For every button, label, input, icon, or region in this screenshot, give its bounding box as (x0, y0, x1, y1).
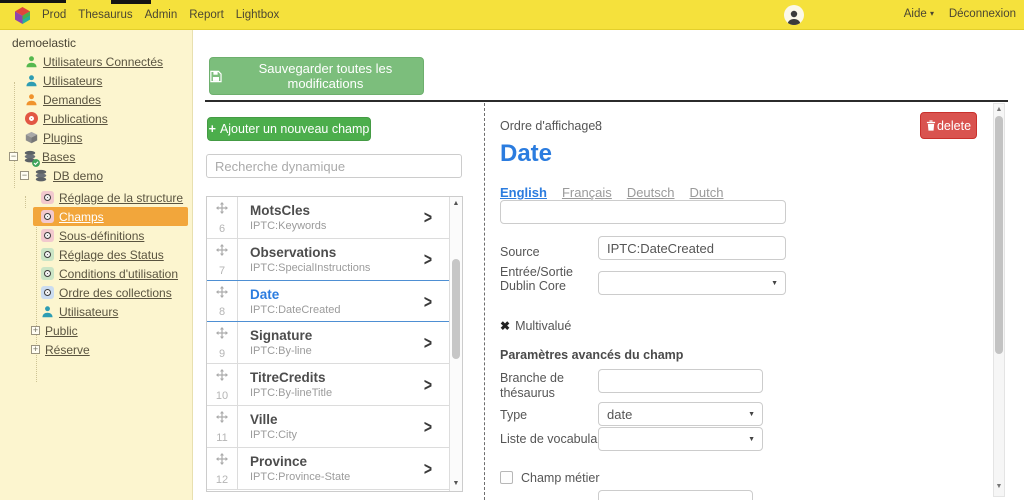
tab-dutch[interactable]: Dutch (690, 185, 724, 200)
thesaurus-branch-label: Branche de thésaurus (500, 371, 600, 401)
menu-item-report[interactable]: Report (189, 9, 224, 21)
caret-down-icon: ▼ (748, 436, 755, 443)
sidebar-item-conditions-utilisation[interactable]: Conditions d'utilisation (0, 264, 192, 283)
trash-icon (926, 120, 936, 131)
label-input[interactable] (500, 200, 786, 224)
sidebar-item-reglage-status[interactable]: Réglage des Status (0, 245, 192, 264)
advanced-settings-title: Paramètres avancés du champ (500, 348, 683, 362)
dublin-core-label: Entrée/Sortie Dublin Core (500, 265, 600, 293)
business-field-label: Champ métier (521, 471, 600, 485)
main-content: Sauvegarder toutes les modifications + A… (193, 30, 1024, 500)
settings-icon (40, 286, 54, 300)
tab-francais[interactable]: Français (562, 185, 612, 200)
sidebar-item-db-demo[interactable]: − DB demo (0, 166, 192, 185)
sidebar-item-publications[interactable]: Publications (0, 109, 192, 128)
sidebar-item-utilisateurs-db[interactable]: Utilisateurs (0, 302, 192, 321)
database-icon (23, 150, 37, 164)
sidebar-item-champs[interactable]: Champs (33, 207, 188, 226)
multivalue-label: Multivalué (515, 319, 571, 333)
phraseanet-logo-icon[interactable] (13, 6, 32, 25)
logout-link[interactable]: Déconnexion (949, 8, 1016, 20)
sidebar-tree: demoelastic Utilisateurs Connectés Utili… (0, 30, 193, 500)
sidebar-item-utilisateurs[interactable]: Utilisateurs (0, 71, 192, 90)
thesaurus-branch-input[interactable] (598, 369, 763, 393)
collapse-icon[interactable]: − (9, 152, 18, 161)
source-label: Source (500, 245, 540, 259)
delete-button[interactable]: delete (920, 112, 977, 139)
plugins-icon (24, 131, 38, 145)
user-icon (24, 93, 38, 107)
admin-window: Prod Thesaurus Admin Report Lightbox Aid… (0, 0, 1024, 500)
tree-root: demoelastic (0, 33, 192, 52)
language-tabs: English Français Deutsch Dutch (500, 185, 723, 200)
scrollbar-thumb[interactable] (995, 116, 1003, 354)
settings-icon (40, 248, 54, 262)
menu-item-lightbox[interactable]: Lightbox (236, 9, 279, 21)
publications-icon (24, 112, 38, 126)
type-label: Type (500, 408, 527, 422)
topbar: Prod Thesaurus Admin Report Lightbox Aid… (0, 0, 1024, 30)
vocabulary-label: Liste de vocabulaire (500, 432, 611, 446)
menu-item-admin[interactable]: Admin (145, 9, 178, 21)
sidebar-item-sous-definitions[interactable]: Sous-définitions (0, 226, 192, 245)
menu-item-prod[interactable]: Prod (42, 9, 66, 21)
sidebar-item-utilisateurs-connectes[interactable]: Utilisateurs Connectés (0, 52, 192, 71)
user-icon (24, 74, 38, 88)
settings-icon (40, 210, 54, 224)
dublin-core-select[interactable]: ▼ (598, 271, 786, 295)
caret-down-icon: ▼ (748, 411, 755, 418)
tab-english[interactable]: English (500, 185, 547, 200)
help-label: Aide (904, 8, 927, 20)
business-field-checkbox[interactable] (500, 471, 513, 484)
menu-item-thesaurus[interactable]: Thesaurus (78, 9, 132, 21)
settings-icon (40, 229, 54, 243)
x-mark-icon: ✖ (500, 319, 510, 333)
caret-down-icon: ▼ (771, 280, 778, 287)
sidebar-item-plugins[interactable]: Plugins (0, 128, 192, 147)
settings-icon (40, 191, 54, 205)
settings-icon (40, 267, 54, 281)
main-menu: Prod Thesaurus Admin Report Lightbox (42, 0, 279, 30)
database-icon (34, 169, 48, 183)
caret-down-icon: ▾ (930, 9, 934, 18)
field-title: Date (500, 140, 552, 168)
user-icon (24, 55, 38, 69)
source-input[interactable] (598, 236, 786, 260)
help-menu[interactable]: Aide ▾ (904, 8, 934, 20)
collapse-icon[interactable]: − (20, 171, 29, 180)
tree-root-label: demoelastic (12, 36, 76, 50)
expand-icon[interactable]: + (31, 326, 40, 335)
type-select[interactable]: date ▼ (598, 402, 763, 426)
field-detail-panel: Ordre d'affichage : 8 delete Date Englis… (193, 30, 1024, 500)
user-icon (40, 305, 54, 319)
sidebar-item-ordre-collections[interactable]: Ordre des collections (0, 283, 192, 302)
display-order-value: 8 (595, 119, 602, 133)
multivalue-flag: ✖ Multivalué (500, 319, 571, 333)
user-avatar[interactable] (784, 5, 804, 25)
vocabulary-select[interactable]: ▼ (598, 427, 763, 451)
sidebar-item-public[interactable]: + Public (0, 321, 192, 340)
sidebar-item-bases[interactable]: − Bases (0, 147, 192, 166)
sidebar-item-reserve[interactable]: + Réserve (0, 340, 192, 359)
clipped-bottom-input[interactable] (598, 490, 753, 500)
expand-icon[interactable]: + (31, 345, 40, 354)
scroll-up-icon[interactable]: ▲ (994, 106, 1004, 113)
display-order-label: Ordre d'affichage : (500, 119, 602, 133)
main-scrollbar[interactable]: ▲ ▼ (993, 103, 1005, 497)
sidebar-item-reglage-structure[interactable]: Réglage de la structure (0, 188, 192, 207)
person-icon (786, 9, 802, 25)
sidebar-item-demandes[interactable]: Demandes (0, 90, 192, 109)
tab-deutsch[interactable]: Deutsch (627, 185, 675, 200)
scroll-down-icon[interactable]: ▼ (994, 483, 1004, 490)
delete-label: delete (937, 119, 971, 133)
